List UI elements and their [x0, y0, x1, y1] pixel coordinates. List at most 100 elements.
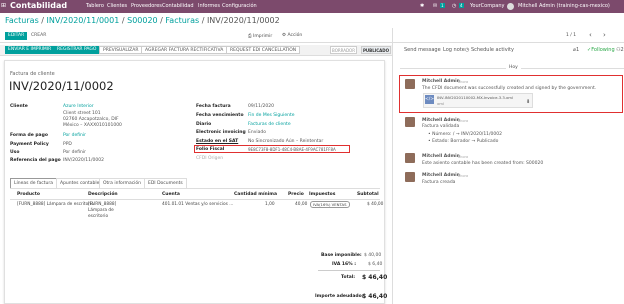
- register-payment-button[interactable]: REGISTRAR PAGO: [54, 46, 100, 54]
- cell-subtotal: $ 40,00: [367, 202, 384, 207]
- col-subtotal: Subtotal: [357, 192, 379, 197]
- following-button[interactable]: ✓Following: [587, 47, 615, 53]
- attachment-ext: xml: [437, 101, 445, 106]
- breadcrumb-facturas[interactable]: Facturas: [5, 16, 39, 25]
- schedule-activity-button[interactable]: ◷ Schedule activity: [465, 47, 514, 53]
- app-title[interactable]: Contabilidad: [10, 1, 67, 10]
- label-forma-pago: Forma de pago: [10, 133, 48, 138]
- gear-icon: ⚙: [282, 33, 287, 38]
- menu-tablero[interactable]: Tablero: [86, 3, 104, 9]
- label-estado-sat: Estado en el SAT: [196, 139, 239, 144]
- menu-clientes[interactable]: Clientes: [107, 3, 127, 9]
- company-switcher[interactable]: YourCompany: [470, 3, 504, 9]
- user-menu[interactable]: Mitchell Admin (training-cas-mexico): [518, 3, 610, 9]
- avatar: [405, 153, 415, 163]
- message-time: ahora: [458, 119, 469, 123]
- user-avatar[interactable]: [507, 3, 514, 10]
- breadcrumb-inv-0001[interactable]: INV/2020/11/0001: [47, 16, 120, 25]
- message-author: Mitchell Admin: [422, 79, 460, 84]
- chatter-divider: [392, 28, 393, 304]
- col-description: Descripción: [88, 192, 118, 197]
- log-note-button[interactable]: Log note: [443, 47, 465, 53]
- message-author: Mitchell Admin: [422, 173, 460, 178]
- add-credit-note-button[interactable]: AGREGAR FACTURA RECTIFICATIVA: [141, 46, 228, 54]
- tax-label: IVA 16% :: [332, 262, 357, 267]
- download-icon[interactable]: ⬇: [526, 99, 530, 105]
- col-price: Precio: [288, 192, 304, 197]
- base-value: $ 40,00: [364, 253, 382, 258]
- tab-edi-documents[interactable]: EDI Documents: [144, 178, 187, 188]
- label-fecha-vencimiento: Fecha vencimiento: [196, 113, 244, 118]
- message-text: Factura creada: [422, 180, 456, 185]
- today-label: Hoy: [506, 65, 521, 70]
- pager-next-icon[interactable]: ›: [603, 31, 606, 39]
- send-print-button[interactable]: ENVIAR E IMPRIMIR: [5, 46, 55, 54]
- attachments-button[interactable]: ⌀1: [573, 47, 579, 53]
- message-text: Este asiento contable has been created f…: [422, 161, 544, 166]
- cell-account: 401.01.01 Ventas y/o servicios ...: [162, 202, 234, 207]
- tax-tag: IVA(16%) VENTAS: [310, 201, 350, 208]
- chat-badge: 1: [440, 3, 445, 8]
- totals-divider: [318, 270, 380, 271]
- menu-proveedores[interactable]: Proveedores: [131, 3, 162, 9]
- invoice-date-value: 09/11/2020: [248, 104, 274, 109]
- message-author: Mitchell Admin: [422, 154, 460, 159]
- total-value: $ 46,40: [362, 274, 388, 281]
- followers-button[interactable]: ⚇2: [616, 47, 624, 53]
- label-folio-fiscal: Folio Fiscal: [196, 147, 225, 152]
- payment-policy-value: PPD: [63, 142, 72, 147]
- payment-way-link[interactable]: Por definir: [63, 133, 86, 138]
- chat-icon[interactable]: ✉: [433, 3, 437, 9]
- address-line-3: México – XAXX010101000: [63, 123, 122, 128]
- action-menu[interactable]: ⚙ Acción: [282, 33, 302, 38]
- tab-other-info[interactable]: Otra información: [99, 178, 146, 188]
- message-text: Factura validada: [422, 124, 460, 129]
- edit-button[interactable]: EDITAR: [5, 32, 28, 40]
- breadcrumb-current: INV/2020/11/0002: [206, 16, 280, 25]
- invoice-number: INV/2020/11/0002: [9, 79, 114, 93]
- menu-informes[interactable]: Informes: [198, 3, 220, 9]
- message-time: ahora: [458, 80, 469, 84]
- menu-configuracion[interactable]: Configuración: [222, 3, 257, 9]
- table-row[interactable]: [FURN_8888] Lámpara de escritorio [FURN_…: [10, 200, 384, 219]
- menu-contabilidad[interactable]: Contabilidad: [162, 3, 194, 9]
- message-author: Mitchell Admin: [422, 118, 460, 123]
- clock-icon[interactable]: ◷: [452, 3, 456, 9]
- print-menu[interactable]: ⎙ Imprimir: [248, 33, 272, 39]
- pager-prev-icon[interactable]: ‹: [589, 31, 592, 39]
- label-referencia: Referencia del pago: [10, 158, 61, 163]
- divider: [0, 42, 624, 43]
- usage-value: Por definir: [63, 150, 86, 155]
- status-posted: PUBLICADO: [361, 46, 391, 54]
- amount-due-value: $ 46,40: [362, 293, 388, 300]
- avatar: [405, 79, 415, 89]
- col-account: Cuenta: [162, 192, 180, 197]
- breadcrumb-facturas-2[interactable]: Facturas: [165, 16, 199, 25]
- base-label: Base imponible:: [321, 253, 362, 258]
- amount-due-label: Importe adeudado:: [315, 294, 364, 299]
- label-diario: Diario: [196, 122, 212, 127]
- label-cliente: Cliente: [10, 104, 28, 109]
- create-button[interactable]: CREAR: [28, 32, 50, 40]
- breadcrumb-s00020[interactable]: S00020: [127, 16, 158, 25]
- tax-value: $ 6,40: [368, 262, 383, 267]
- send-message-button[interactable]: Send message: [404, 47, 441, 53]
- preview-button[interactable]: PREVISUALIZAR: [99, 46, 143, 54]
- bug-icon[interactable]: ✱: [420, 3, 424, 9]
- tab-invoice-lines[interactable]: Líneas de factura: [10, 178, 58, 188]
- sat-state-value[interactable]: No Sincronizado Aún – Reintentar: [248, 139, 323, 144]
- journal-link[interactable]: Facturas de cliente: [248, 122, 291, 127]
- edi-state-value: Enviado: [248, 130, 266, 135]
- payment-term-link[interactable]: Fin de Mes Siguiente: [248, 113, 295, 118]
- cfdi-origin-label: CFDI Origen: [196, 156, 224, 161]
- cell-quantity: 1,00: [265, 202, 275, 207]
- label-payment-policy: Payment Policy: [10, 142, 49, 147]
- avatar: [405, 117, 415, 127]
- customer-link[interactable]: Azure Interior: [63, 104, 94, 109]
- label-electronic-invoicing: Electronic invoicing: [196, 130, 246, 135]
- clock-icon: ◷: [465, 47, 470, 53]
- edi-cancel-button[interactable]: REQUEST EDI CANCELLATION: [226, 46, 301, 54]
- message-time: ahora: [458, 155, 469, 159]
- app-grid-icon[interactable]: ⊞: [1, 3, 7, 9]
- tracking-change: • Número: / → INV/2020/11/0002: [428, 132, 503, 137]
